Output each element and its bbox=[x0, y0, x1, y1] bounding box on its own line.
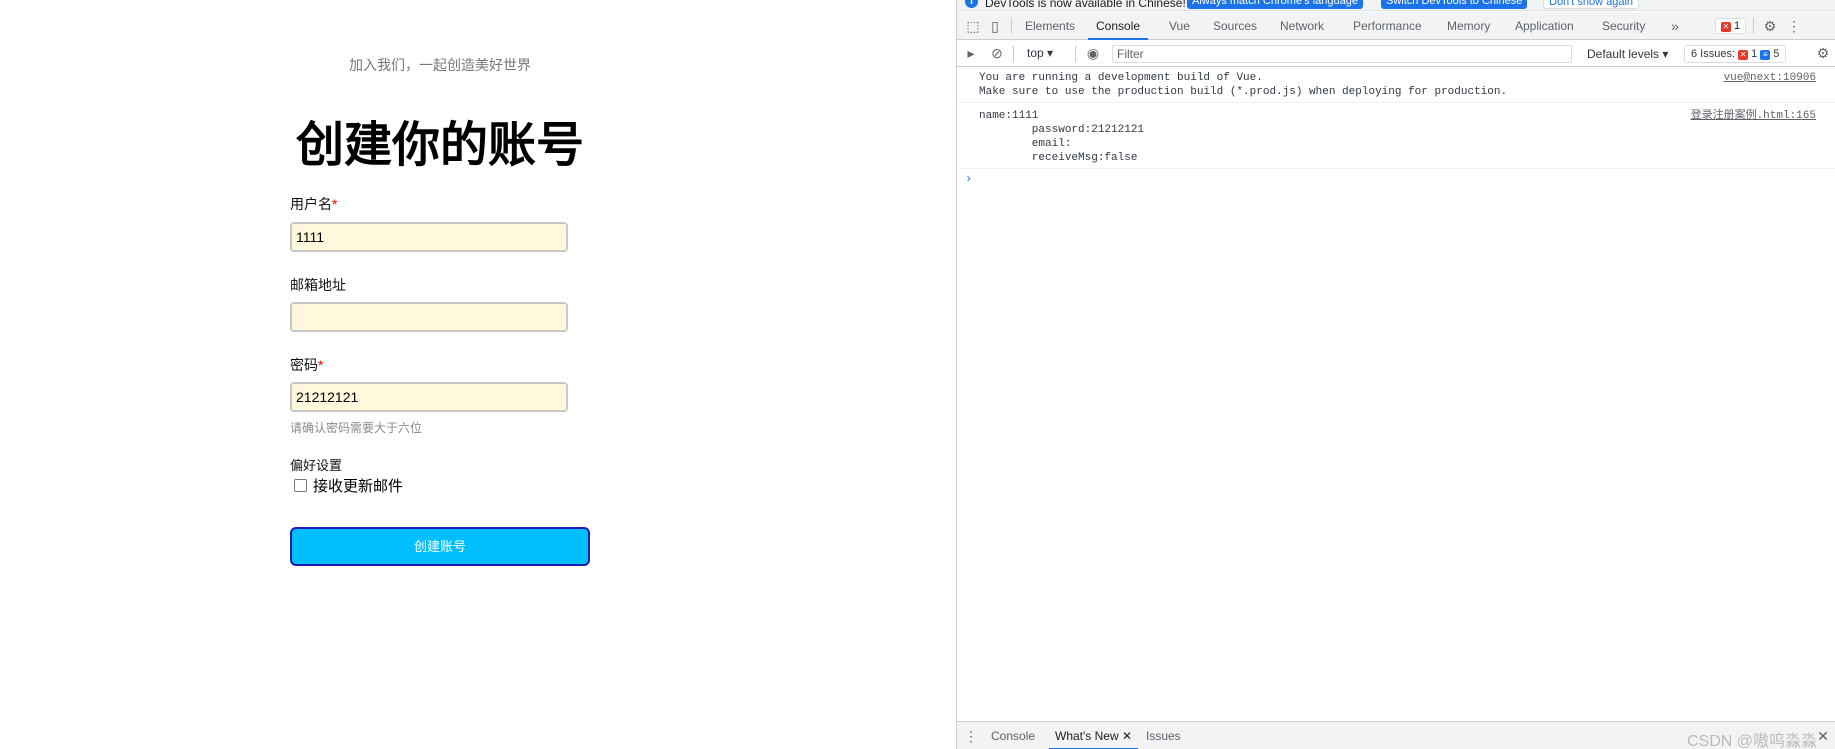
create-account-button[interactable]: 创建账号 bbox=[290, 527, 590, 566]
email-label: 邮箱地址 bbox=[290, 277, 346, 293]
tab-performance[interactable]: Performance bbox=[1345, 12, 1430, 40]
issues-info-count: 5 bbox=[1773, 48, 1780, 60]
drawer-tab-console[interactable]: Console bbox=[985, 722, 1041, 749]
issues-error-count: 1 bbox=[1751, 48, 1758, 60]
password-hint: 请确认密码需要大于六位 bbox=[290, 421, 423, 435]
info-message-icon: ≡ bbox=[1760, 50, 1771, 60]
required-mark: * bbox=[332, 196, 338, 212]
console-prompt[interactable]: › bbox=[957, 169, 1835, 189]
issues-label: 6 Issues: bbox=[1691, 48, 1736, 60]
context-selector[interactable]: top ▾ bbox=[1027, 46, 1053, 60]
password-input[interactable] bbox=[290, 382, 568, 412]
gear-icon[interactable]: ⚙ bbox=[1762, 18, 1778, 34]
error-count-badge[interactable]: ✕ 1 bbox=[1715, 18, 1747, 34]
error-count: 1 bbox=[1734, 20, 1741, 32]
console-message: You are running a development build of V… bbox=[957, 68, 1835, 103]
infobar-text: DevTools is now available in Chinese! bbox=[985, 0, 1186, 10]
always-match-language-button[interactable]: Always match Chrome's language bbox=[1187, 0, 1363, 9]
switch-to-chinese-button[interactable]: Switch DevTools to Chinese bbox=[1381, 0, 1528, 9]
tab-elements[interactable]: Elements bbox=[1017, 12, 1083, 40]
tab-memory[interactable]: Memory bbox=[1439, 12, 1498, 40]
toolbar-divider bbox=[1011, 18, 1012, 34]
preferences-label: 偏好设置 bbox=[290, 458, 343, 473]
close-icon[interactable]: ✕ bbox=[1122, 729, 1132, 743]
console-line: receiveMsg:false bbox=[979, 152, 1138, 164]
devtools-drawer: ⋮ Console What's New ✕ Issues CSDN @嗷呜淼淼… bbox=[957, 721, 1835, 749]
message-source-link[interactable]: vue@next:10906 bbox=[1724, 71, 1816, 85]
console-line: You are running a development build of V… bbox=[979, 72, 1263, 84]
toolbar-divider bbox=[1753, 18, 1754, 34]
console-filterbar: ▸ ⊘ top ▾ ◉ Filter Default levels ▾ 6 Is… bbox=[957, 41, 1835, 67]
email-input[interactable] bbox=[290, 302, 568, 332]
info-icon: i bbox=[965, 0, 978, 8]
username-label: 用户名* bbox=[290, 194, 337, 214]
sidebar-toggle-icon[interactable]: ▸ bbox=[963, 45, 979, 61]
close-drawer-icon[interactable]: ✕ bbox=[1815, 728, 1831, 744]
registration-page: 加入我们，一起创造美好世界 创建你的账号 用户名* 邮箱地址 密码* 请确认密码… bbox=[0, 0, 956, 749]
issues-counter[interactable]: 6 Issues: ✕ 1 ≡ 5 bbox=[1684, 45, 1787, 63]
tab-application[interactable]: Application bbox=[1507, 12, 1582, 40]
filter-input[interactable]: Filter bbox=[1112, 45, 1572, 63]
toolbar-divider bbox=[1013, 46, 1014, 62]
more-tabs-icon[interactable]: » bbox=[1667, 18, 1683, 34]
password-label-text: 密码 bbox=[290, 357, 318, 373]
error-icon: ✕ bbox=[1738, 50, 1749, 60]
tab-network[interactable]: Network bbox=[1272, 12, 1332, 40]
drawer-tab-whats-new[interactable]: What's New ✕ bbox=[1049, 722, 1139, 749]
device-toolbar-icon[interactable]: ▯ bbox=[987, 18, 1003, 34]
context-value: top bbox=[1027, 46, 1044, 60]
tab-console[interactable]: Console bbox=[1088, 12, 1149, 40]
toolbar-divider bbox=[1075, 46, 1076, 62]
watermark: CSDN @嗷呜淼淼 bbox=[1687, 733, 1818, 749]
message-source-link[interactable]: 登录注册案例.html:165 bbox=[1691, 109, 1816, 123]
required-mark: * bbox=[318, 357, 324, 373]
dont-show-again-button[interactable]: Don't show again bbox=[1543, 0, 1640, 9]
console-settings-icon[interactable]: ⚙ bbox=[1815, 45, 1831, 61]
console-message: name:1111 password:21212121 email: recei… bbox=[957, 103, 1835, 169]
username-label-text: 用户名 bbox=[290, 196, 332, 212]
drawer-tab-issues[interactable]: Issues bbox=[1140, 722, 1187, 749]
devtools-tabbar: ⬚ ▯ Elements Console Vue Sources Network… bbox=[957, 12, 1835, 40]
drawer-tab-label: What's New bbox=[1055, 729, 1119, 743]
receive-updates-row: 接收更新邮件 bbox=[294, 475, 403, 496]
eye-icon[interactable]: ◉ bbox=[1085, 45, 1101, 61]
form-subtitle: 加入我们，一起创造美好世界 bbox=[349, 57, 531, 73]
tab-sources[interactable]: Sources bbox=[1205, 12, 1265, 40]
devtools-infobar: i DevTools is now available in Chinese! … bbox=[957, 0, 1835, 11]
error-icon: ✕ bbox=[1721, 22, 1731, 32]
page-title: 创建你的账号 bbox=[295, 119, 584, 172]
drawer-menu-icon[interactable]: ⋮ bbox=[963, 728, 979, 744]
password-label: 密码* bbox=[290, 355, 323, 375]
receive-updates-checkbox[interactable] bbox=[294, 479, 307, 492]
kebab-menu-icon[interactable]: ⋮ bbox=[1786, 18, 1802, 34]
clear-console-icon[interactable]: ⊘ bbox=[989, 45, 1005, 61]
inspect-element-icon[interactable]: ⬚ bbox=[965, 18, 981, 34]
devtools-panel: i DevTools is now available in Chinese! … bbox=[956, 0, 1835, 749]
receive-updates-label[interactable]: 接收更新邮件 bbox=[313, 475, 403, 496]
console-line: password:21212121 bbox=[979, 124, 1145, 136]
username-input[interactable] bbox=[290, 222, 568, 252]
tab-vue[interactable]: Vue bbox=[1161, 12, 1198, 40]
console-output: You are running a development build of V… bbox=[957, 68, 1835, 189]
log-levels-value: Default levels bbox=[1587, 47, 1660, 61]
console-line: email: bbox=[979, 138, 1072, 150]
console-line: Make sure to use the production build (*… bbox=[979, 86, 1508, 98]
tab-security[interactable]: Security bbox=[1594, 12, 1653, 40]
log-levels-dropdown[interactable]: Default levels ▾ bbox=[1587, 47, 1668, 61]
